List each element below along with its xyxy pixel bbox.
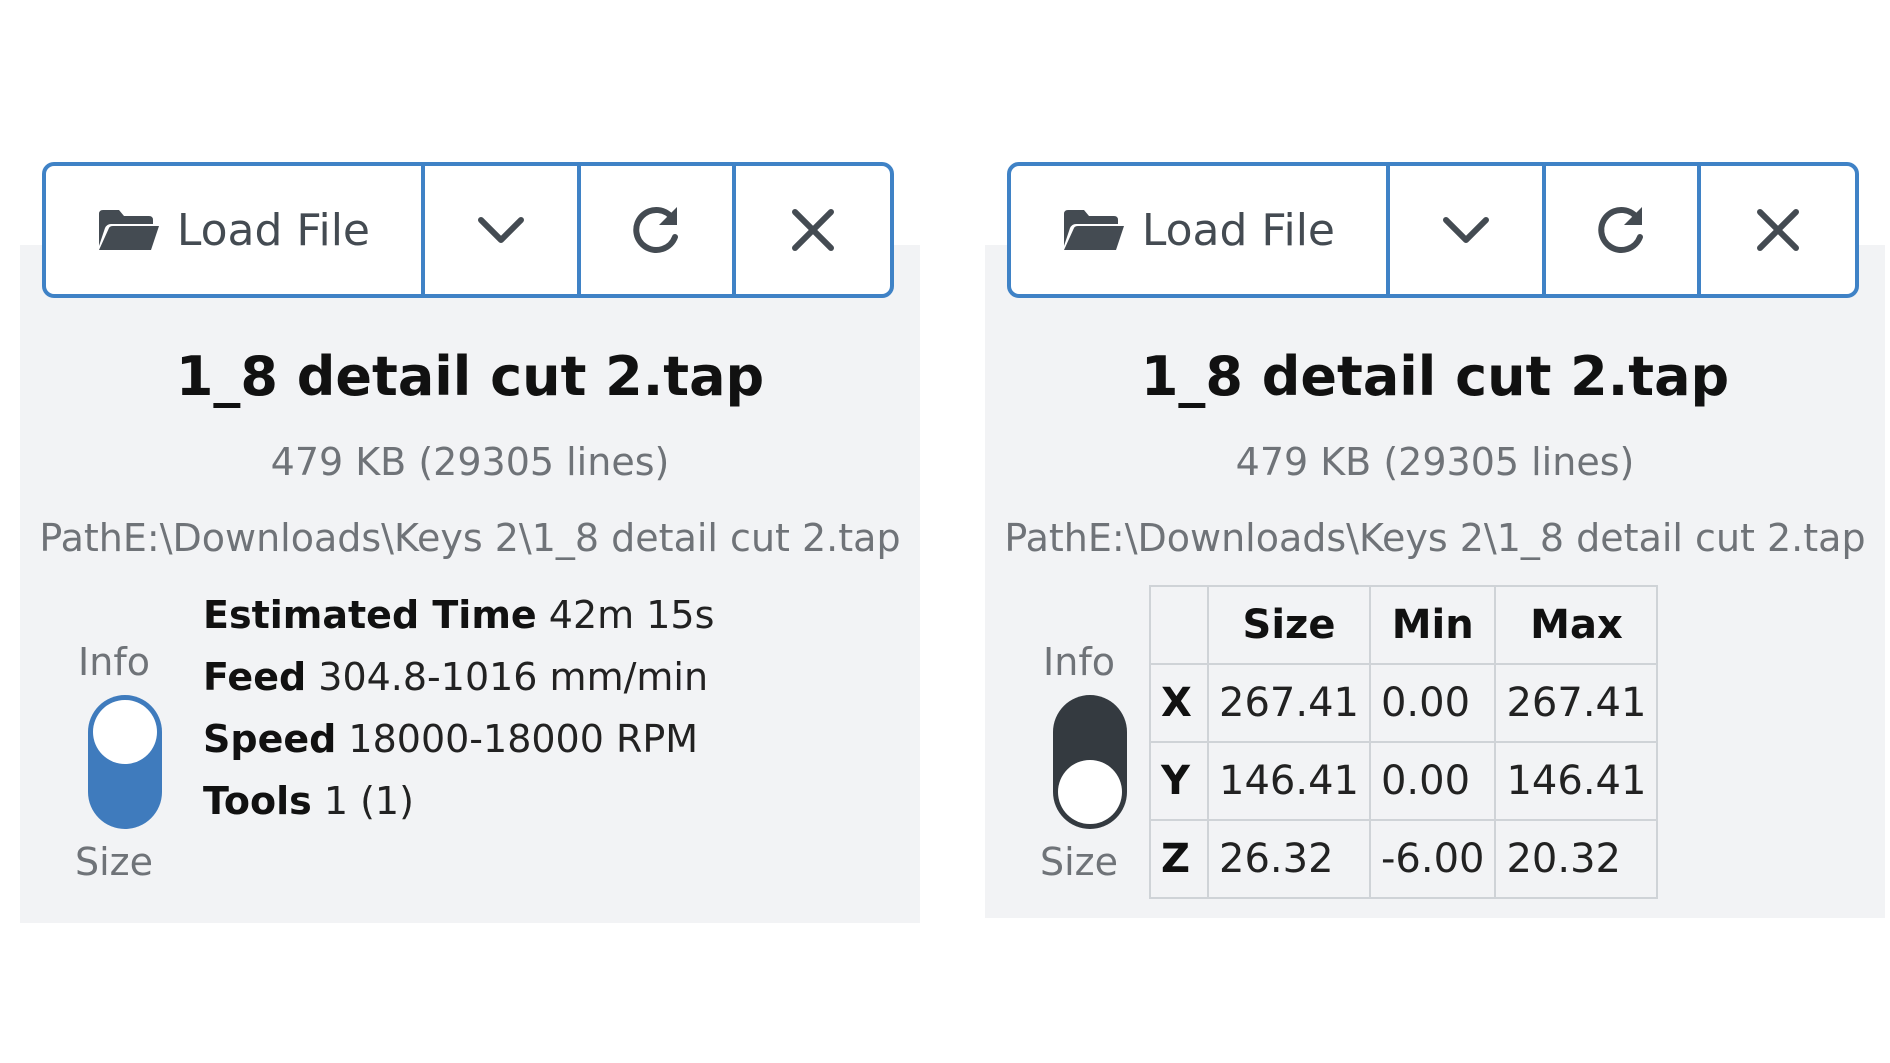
info-list: Estimated Time 42m 15s Feed 304.8-1016 m…	[203, 590, 714, 838]
file-size: 479 KB (29305 lines)	[1235, 440, 1635, 484]
switch-label-size: Size	[74, 840, 153, 884]
info-row-feed: Feed 304.8-1016 mm/min	[203, 652, 714, 714]
chevron-down-icon	[1442, 217, 1489, 243]
table-header-min: Min	[1368, 585, 1497, 665]
file-size: 479 KB (29305 lines)	[270, 440, 670, 484]
info-label: Feed	[203, 655, 307, 699]
file-path: PathE:\Downloads\Keys 2\1_8 detail cut 2…	[1004, 516, 1866, 560]
table-row: X 267.41 0.00 267.41	[1149, 663, 1659, 743]
size-cell: 267.41	[1207, 663, 1371, 743]
axis-cell: Y	[1149, 741, 1209, 821]
table-header-row: Size Min Max	[1149, 585, 1659, 665]
chevron-down-icon	[477, 217, 524, 243]
table-header-axis	[1149, 585, 1209, 665]
toggle-knob	[93, 700, 157, 764]
load-file-label: Load File	[1141, 204, 1335, 256]
folder-open-icon	[98, 210, 159, 250]
max-cell: 267.41	[1494, 663, 1659, 743]
close-button[interactable]	[1701, 166, 1855, 294]
info-value: 42m 15s	[548, 593, 715, 637]
load-file-button[interactable]: Load File	[1011, 166, 1390, 294]
switch-label-info: Info	[1043, 640, 1115, 684]
size-table: Size Min Max X 267.41 0.00 267.41 Y 146.…	[1149, 585, 1659, 899]
toggle-knob	[1058, 760, 1122, 824]
info-size-toggle[interactable]	[1053, 695, 1127, 829]
close-icon	[792, 209, 835, 251]
load-file-label: Load File	[176, 204, 370, 256]
max-cell: 20.32	[1494, 819, 1659, 899]
file-name: 1_8 detail cut 2.tap	[175, 345, 765, 408]
reload-icon	[633, 207, 679, 253]
info-label: Tools	[203, 779, 312, 823]
file-toolbar: Load File	[42, 162, 894, 298]
info-row-time: Estimated Time 42m 15s	[203, 590, 714, 652]
min-cell: -6.00	[1368, 819, 1497, 899]
size-cell: 146.41	[1207, 741, 1371, 821]
switch-label-info: Info	[78, 640, 150, 684]
reload-icon	[1598, 207, 1644, 253]
info-row-tools: Tools 1 (1)	[203, 776, 714, 838]
info-row-speed: Speed 18000-18000 RPM	[203, 714, 714, 776]
file-name: 1_8 detail cut 2.tap	[1140, 345, 1730, 408]
right-panel: Load File 1_8 detail cut 2.tap 479 KB (2…	[985, 0, 1885, 1063]
table-header-size: Size	[1207, 585, 1371, 665]
axis-cell: Z	[1149, 819, 1209, 899]
folder-open-icon	[1063, 210, 1124, 250]
close-icon	[1757, 209, 1800, 251]
info-value: 304.8-1016 mm/min	[318, 655, 709, 699]
switch-label-size: Size	[1039, 840, 1118, 884]
table-row: Z 26.32 -6.00 20.32	[1149, 819, 1659, 899]
left-panel: Load File 1_8 detail cut 2.tap 479 KB (2…	[20, 0, 920, 1063]
info-label: Speed	[203, 717, 337, 761]
table-header-max: Max	[1494, 585, 1659, 665]
reload-button[interactable]	[1546, 166, 1702, 294]
max-cell: 146.41	[1494, 741, 1659, 821]
dropdown-toggle-button[interactable]	[425, 166, 581, 294]
min-cell: 0.00	[1368, 741, 1497, 821]
close-button[interactable]	[736, 166, 890, 294]
table-row: Y 146.41 0.00 146.41	[1149, 741, 1659, 821]
info-size-toggle[interactable]	[88, 695, 162, 829]
axis-cell: X	[1149, 663, 1209, 743]
load-file-button[interactable]: Load File	[46, 166, 425, 294]
info-label: Estimated Time	[203, 593, 537, 637]
dropdown-toggle-button[interactable]	[1390, 166, 1546, 294]
info-value: 1 (1)	[323, 779, 414, 823]
info-value: 18000-18000 RPM	[348, 717, 699, 761]
file-toolbar: Load File	[1007, 162, 1859, 298]
size-cell: 26.32	[1207, 819, 1371, 899]
min-cell: 0.00	[1368, 663, 1497, 743]
reload-button[interactable]	[581, 166, 737, 294]
file-path: PathE:\Downloads\Keys 2\1_8 detail cut 2…	[39, 516, 901, 560]
